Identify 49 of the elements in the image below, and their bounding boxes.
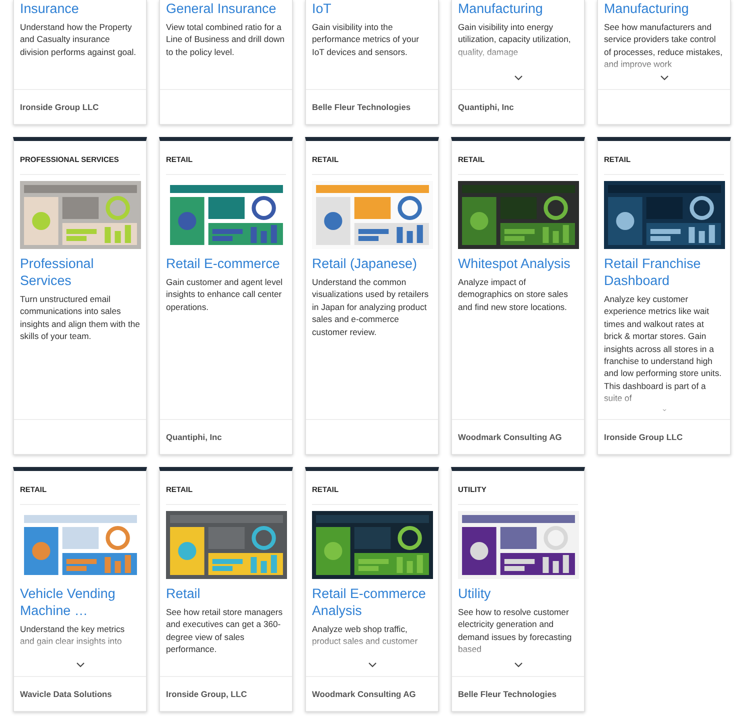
vendor-name: Quantiphi, Inc bbox=[166, 432, 222, 442]
card-description: Analyze impact of demographics on store sales and find new store locations. bbox=[458, 276, 569, 314]
card-description: See how retail store managers and executives can get a 360-degree view of sales performance. bbox=[166, 606, 284, 656]
card[interactable] bbox=[597, 137, 731, 455]
card-description: Turn unstructured email communications into sales insights and align them with the skills of your team. bbox=[20, 293, 140, 343]
card-title[interactable]: Manufacturing bbox=[604, 0, 724, 17]
card-title[interactable]: Retail E-commerce Analysis bbox=[312, 585, 432, 619]
card-title[interactable]: Professional Services bbox=[20, 255, 140, 289]
card-title[interactable]: Whitespot Analysis bbox=[458, 255, 578, 272]
card-title[interactable]: Utility bbox=[458, 585, 578, 602]
vendor-name: Ironside Group LLC bbox=[604, 432, 683, 442]
card-description: Understand how the Property and Casualty insurance division performs against goal. bbox=[20, 21, 138, 58]
chevron-down-icon[interactable] bbox=[514, 75, 522, 81]
card-title[interactable]: Retail (Japanese) bbox=[312, 255, 432, 272]
vendor-name: Wavicle Data Solutions bbox=[20, 689, 112, 699]
chevron-down-icon[interactable] bbox=[76, 662, 84, 668]
card-title[interactable]: Retail E-commerce bbox=[166, 255, 286, 272]
card-description: Analyze key customer experience metrics like wait times and walkout rates at brick & mortar stores. Gain insights across all stores in a franchise to understand high and low performing store units. This dashboard is part of a suite of bbox=[604, 293, 723, 405]
vendor-name: Quantiphi, Inc bbox=[458, 102, 514, 112]
card-description: Analyze web shop traffic, product sales and customer bbox=[312, 623, 419, 648]
vendor-name: Woodmark Consulting AG bbox=[458, 432, 562, 442]
vendor-name: Belle Fleur Technologies bbox=[312, 102, 411, 112]
card-description: View total combined ratio for a Line of Business and drill down to the policy level. bbox=[166, 21, 286, 58]
card-description: Understand the key metrics and gain clear insights into bbox=[20, 623, 126, 648]
card-description: See how manufacturers and service providers take control of processes, reduce mistakes, and improve work bbox=[604, 21, 724, 71]
card[interactable]: IoT Gain visibility into the performance metrics of your IoT devices and sensors. Belle Fleur Technologies bbox=[305, 0, 439, 125]
card-description: See how to resolve customer electricity generation and demand issues by forecasting based bbox=[458, 606, 573, 656]
card-title[interactable]: Manufacturing bbox=[458, 0, 578, 17]
card-title[interactable]: Retail Franchise Dashboard bbox=[604, 255, 724, 289]
card-description: Understand the common visualizations used by retailers in Japan for analyzing product sales and e-commerce customer review. bbox=[312, 276, 430, 338]
vendor-name: Belle Fleur Technologies bbox=[458, 689, 557, 699]
card-title[interactable]: General Insurance bbox=[166, 0, 286, 17]
vendor-name: Ironside Group, LLC bbox=[166, 689, 247, 699]
card[interactable]: General Insurance View total combined ratio for a Line of Business and drill down to the policy level. bbox=[159, 0, 293, 125]
card-title[interactable]: Vehicle Vending Machine … bbox=[20, 585, 140, 619]
card-title[interactable]: Insurance bbox=[20, 0, 140, 17]
chevron-down-icon[interactable] bbox=[514, 662, 522, 668]
card-description: Gain visibility into energy utilization, capacity utilization, quality, damage bbox=[458, 21, 572, 58]
chevron-down-icon[interactable] bbox=[368, 662, 376, 668]
vendor-name: Woodmark Consulting AG bbox=[312, 689, 416, 699]
card[interactable]: Insurance Understand how the Property and Casualty insurance division performs against goal. Ironside Group LLC bbox=[13, 0, 147, 125]
card-title[interactable]: Retail bbox=[166, 585, 286, 602]
vendor-name: Ironside Group LLC bbox=[20, 102, 99, 112]
card-title[interactable]: IoT bbox=[312, 0, 432, 17]
card-description: Gain visibility into the performance metrics of your IoT devices and sensors. bbox=[312, 21, 420, 58]
card[interactable]: Manufacturing See how manufacturers and service providers take control of processes, reduce mistakes, and improve work bbox=[597, 0, 731, 125]
card[interactable]: Manufacturing Gain visibility into energy utilization, capacity utilization, quality, damage Quantiphi, Inc bbox=[451, 0, 585, 125]
card-description: Gain customer and agent level insights to enhance call center operations. bbox=[166, 276, 284, 314]
chevron-down-icon[interactable] bbox=[660, 75, 668, 81]
